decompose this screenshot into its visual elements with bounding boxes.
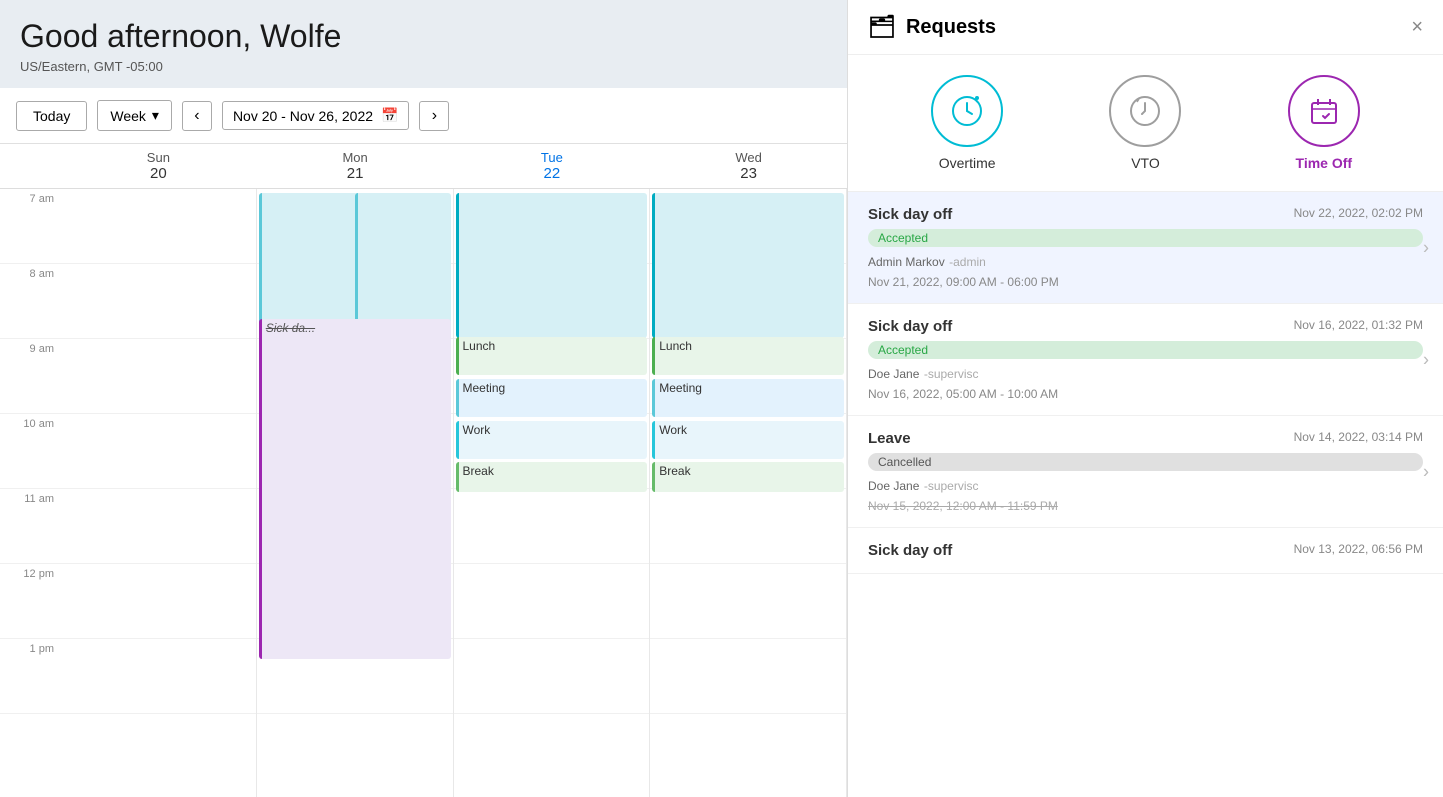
chevron-down-icon: ▾ (152, 107, 159, 124)
day-header-sun: Sun 20 (60, 144, 257, 188)
event-mon-sick[interactable]: Sick da... (259, 319, 451, 659)
vto-icon (1125, 91, 1165, 131)
chevron-right-icon-2: › (1423, 349, 1429, 370)
req-type-overtime[interactable]: Overtime (931, 75, 1003, 171)
event-wed-break[interactable]: Break (652, 462, 844, 492)
day-col-sun (60, 189, 257, 797)
week-label: Week (110, 108, 146, 124)
request-item-4[interactable]: Sick day off Nov 13, 2022, 06:56 PM (848, 528, 1443, 574)
req-name-2: Sick day off (868, 318, 952, 335)
event-tue-work[interactable]: Work (456, 421, 648, 459)
calendar-body: 7 am 8 am 9 am 10 am 11 am 12 pm 1 pm (0, 189, 847, 797)
date-range-text: Nov 20 - Nov 26, 2022 (233, 108, 373, 124)
overtime-label: Overtime (939, 155, 996, 171)
time-col-header (0, 144, 60, 188)
overtime-icon-circle (931, 75, 1003, 147)
prev-week-button[interactable]: ‹ (182, 101, 212, 131)
event-tue-meeting[interactable]: Meeting (456, 379, 648, 417)
req-time-2: Nov 16, 2022, 05:00 AM - 10:00 AM (868, 387, 1423, 401)
req-date-2: Nov 16, 2022, 01:32 PM (1294, 318, 1423, 332)
today-button[interactable]: Today (16, 101, 87, 131)
event-wed-work[interactable]: Work (652, 421, 844, 459)
req-name-4: Sick day off (868, 542, 952, 559)
req-badge-3: Cancelled (868, 453, 1423, 471)
week-selector[interactable]: Week ▾ (97, 100, 172, 131)
time-label-10am: 10 am (0, 414, 60, 489)
req-type-vto[interactable]: VTO (1109, 75, 1181, 171)
request-item-3[interactable]: Leave Nov 14, 2022, 03:14 PM Cancelled D… (848, 416, 1443, 528)
time-labels: 7 am 8 am 9 am 10 am 11 am 12 pm 1 pm (0, 189, 60, 797)
timeoff-icon-circle (1288, 75, 1360, 147)
time-label-11am: 11 am (0, 489, 60, 564)
day-header-tue: Tue 22 (454, 144, 651, 188)
day-col-tue: Lunch Meeting Work Break (454, 189, 651, 797)
req-admin-1: Admin Markov (868, 255, 945, 269)
greeting-area: Good afternoon, Wolfe US/Eastern, GMT -0… (0, 0, 847, 88)
req-date-3: Nov 14, 2022, 03:14 PM (1294, 430, 1423, 444)
calendar-toolbar: Today Week ▾ ‹ Nov 20 - Nov 26, 2022 📅 › (0, 88, 847, 144)
overtime-icon (947, 91, 987, 131)
req-badge-1: Accepted (868, 229, 1423, 247)
time-label-8am: 8 am (0, 264, 60, 339)
req-time-3: Nov 15, 2022, 12:00 AM - 11:59 PM (868, 499, 1423, 513)
event-wed-meeting[interactable]: Meeting (652, 379, 844, 417)
req-type-timeoff[interactable]: Time Off (1288, 75, 1360, 171)
vto-icon-circle (1109, 75, 1181, 147)
chevron-right-icon-3: › (1423, 461, 1429, 482)
req-time-1: Nov 21, 2022, 09:00 AM - 06:00 PM (868, 275, 1423, 289)
event-tue-break[interactable]: Break (456, 462, 648, 492)
left-panel: Good afternoon, Wolfe US/Eastern, GMT -0… (0, 0, 848, 797)
right-panel: 🗂 Requests × Overtime (848, 0, 1443, 797)
requests-title: 🗂 Requests (868, 14, 996, 40)
day-header-mon: Mon 21 (257, 144, 454, 188)
day-col-mon: Sick da... Lunch Lunch Mee... Work Break (257, 189, 454, 797)
timeoff-icon (1304, 91, 1344, 131)
greeting-title: Good afternoon, Wolfe (20, 18, 827, 55)
time-label-9am: 9 am (0, 339, 60, 414)
day-columns: Sick da... Lunch Lunch Mee... Work Break (60, 189, 847, 797)
requests-list: Sick day off Nov 22, 2022, 02:02 PM Acce… (848, 192, 1443, 797)
close-button[interactable]: × (1411, 16, 1423, 39)
req-name-3: Leave (868, 430, 911, 447)
next-week-button[interactable]: › (419, 101, 449, 131)
event-wed-lunch[interactable]: Lunch (652, 337, 844, 375)
timeoff-label: Time Off (1296, 155, 1353, 171)
event-wed-shift[interactable] (652, 193, 844, 338)
day-header-wed: Wed 23 (650, 144, 847, 188)
date-range-display: Nov 20 - Nov 26, 2022 📅 (222, 101, 410, 130)
greeting-timezone: US/Eastern, GMT -05:00 (20, 59, 827, 74)
day-headers: Sun 20 Mon 21 Tue 22 Wed 23 (0, 144, 847, 189)
calendar-area: Sun 20 Mon 21 Tue 22 Wed 23 7 am 8 am 9 … (0, 144, 847, 797)
time-label-12pm: 12 pm (0, 564, 60, 639)
event-mon-shift2[interactable] (355, 193, 451, 338)
req-name-1: Sick day off (868, 206, 952, 223)
time-label-7am: 7 am (0, 189, 60, 264)
req-admin-2: Doe Jane (868, 367, 919, 381)
req-date-4: Nov 13, 2022, 06:56 PM (1294, 542, 1423, 556)
inbox-icon: 🗂 (868, 14, 896, 40)
request-item-2[interactable]: Sick day off Nov 16, 2022, 01:32 PM Acce… (848, 304, 1443, 416)
req-admin-3: Doe Jane (868, 479, 919, 493)
request-item-1[interactable]: Sick day off Nov 22, 2022, 02:02 PM Acce… (848, 192, 1443, 304)
calendar-icon: 📅 (381, 107, 398, 124)
vto-label: VTO (1131, 155, 1160, 171)
requests-header: 🗂 Requests × (848, 0, 1443, 55)
time-label-1pm: 1 pm (0, 639, 60, 714)
request-types: Overtime VTO (848, 55, 1443, 192)
day-col-wed: Lunch Meeting Work Break (650, 189, 847, 797)
event-tue-lunch[interactable]: Lunch (456, 337, 648, 375)
event-tue-shift[interactable] (456, 193, 648, 338)
req-badge-2: Accepted (868, 341, 1423, 359)
req-date-1: Nov 22, 2022, 02:02 PM (1294, 206, 1423, 220)
chevron-right-icon-1: › (1423, 237, 1429, 258)
